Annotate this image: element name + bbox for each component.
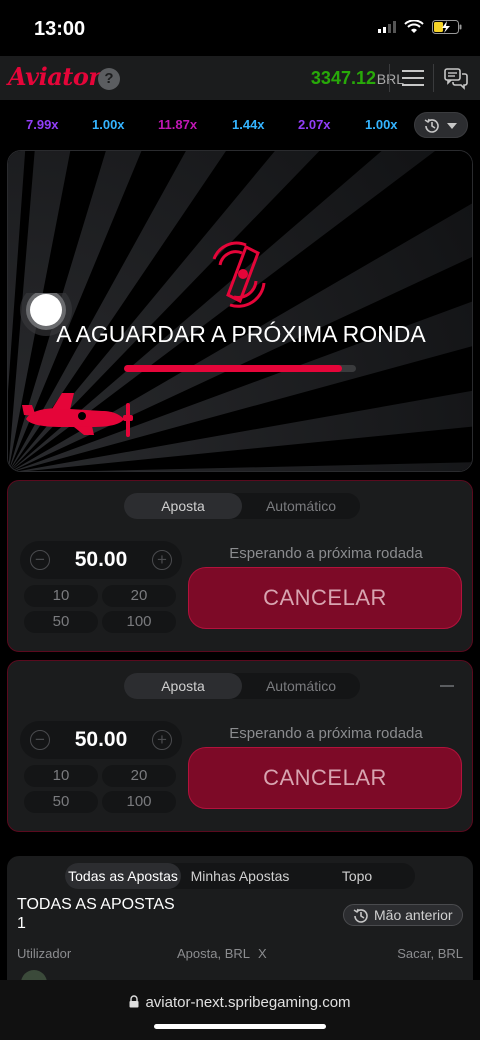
app-header: Aviator ? 3347.12 BRL bbox=[0, 56, 480, 100]
quick-amount-button[interactable]: 100 bbox=[102, 791, 176, 813]
quick-amount-button[interactable]: 10 bbox=[24, 585, 98, 607]
remove-panel-button[interactable] bbox=[440, 685, 454, 687]
url-bar[interactable]: aviator-next.spribegaming.com bbox=[0, 994, 480, 1011]
column-header-user: Utilizador bbox=[17, 946, 72, 961]
wifi-icon bbox=[404, 20, 424, 33]
column-header-cashout: Sacar, BRL bbox=[397, 946, 463, 961]
bet-status-text: Esperando a próxima rodada bbox=[229, 545, 423, 562]
quick-amount-button[interactable]: 50 bbox=[24, 791, 98, 813]
quick-amount-button[interactable]: 100 bbox=[102, 611, 176, 633]
menu-bar-icon bbox=[402, 84, 424, 86]
history-toggle-button[interactable] bbox=[414, 112, 468, 138]
tab-auto[interactable]: Automático bbox=[242, 493, 360, 519]
increase-bet-button[interactable]: + bbox=[152, 550, 172, 570]
menu-bar-icon bbox=[402, 70, 424, 72]
bet-mode-tabs: Aposta Automático bbox=[124, 493, 360, 519]
home-indicator[interactable] bbox=[154, 1024, 326, 1029]
multiplier-item: 7.99x bbox=[26, 117, 59, 132]
url-text: aviator-next.spribegaming.com bbox=[145, 994, 351, 1011]
cancel-bet-button[interactable]: CANCELAR bbox=[188, 747, 462, 809]
airplane-icon bbox=[22, 393, 133, 437]
balance-currency: BRL bbox=[376, 71, 404, 87]
bets-tabs: Todas as Apostas Minhas Apostas Topo bbox=[65, 863, 415, 889]
menu-button[interactable] bbox=[402, 70, 424, 86]
help-button[interactable]: ? bbox=[98, 68, 120, 90]
header-divider bbox=[433, 64, 434, 92]
multiplier-item: 1.00x bbox=[365, 117, 398, 132]
cellular-signal-icon bbox=[378, 21, 396, 33]
status-bar: 13:00 bbox=[0, 0, 480, 56]
bets-title: TODAS AS APOSTAS bbox=[17, 896, 175, 913]
bets-section: Todas as Apostas Minhas Apostas Topo TOD… bbox=[7, 856, 473, 980]
chevron-down-icon bbox=[447, 123, 457, 129]
quick-amount-button[interactable]: 20 bbox=[102, 765, 176, 787]
bets-count: 1 bbox=[17, 915, 26, 932]
increase-bet-button[interactable]: + bbox=[152, 730, 172, 750]
multiplier-item: 1.44x bbox=[232, 117, 265, 132]
waiting-round-text: A AGUARDAR A PRÓXIMA RONDA bbox=[56, 321, 426, 347]
multiplier-item: 2.07x bbox=[298, 117, 331, 132]
quick-amount-button[interactable]: 10 bbox=[24, 765, 98, 787]
tab-all-bets[interactable]: Todas as Apostas bbox=[65, 863, 181, 889]
lock-icon bbox=[129, 995, 139, 1008]
avatar bbox=[21, 970, 47, 980]
tab-top[interactable]: Topo bbox=[299, 863, 415, 889]
tab-bet[interactable]: Aposta bbox=[124, 673, 242, 699]
multiplier-item: 11.87x bbox=[158, 117, 198, 132]
balance-amount: 3347.12 bbox=[310, 68, 376, 88]
bet-amount-stepper: − 50.00 + bbox=[20, 721, 182, 759]
game-area: A AGUARDAR A PRÓXIMA RONDA bbox=[7, 150, 473, 472]
multiplier-item: 1.00x bbox=[92, 117, 125, 132]
multiplier-history: 7.99x 1.00x 11.87x 1.44x 2.07x 1.00x bbox=[0, 100, 480, 148]
quick-amount-button[interactable]: 20 bbox=[102, 585, 176, 607]
history-icon bbox=[424, 118, 439, 133]
bet-mode-tabs: Aposta Automático bbox=[124, 673, 360, 699]
status-icons bbox=[378, 20, 462, 34]
quick-amount-button[interactable]: 50 bbox=[24, 611, 98, 633]
battery-charging-icon bbox=[432, 20, 462, 34]
chat-icon[interactable] bbox=[444, 68, 468, 90]
browser-bar: aviator-next.spribegaming.com bbox=[0, 980, 480, 1040]
tab-bet[interactable]: Aposta bbox=[124, 493, 242, 519]
status-time: 13:00 bbox=[34, 18, 86, 40]
tab-my-bets[interactable]: Minhas Apostas bbox=[181, 863, 299, 889]
propeller-icon bbox=[212, 241, 266, 308]
column-header-bet: Aposta, BRL bbox=[177, 946, 250, 961]
tab-auto[interactable]: Automático bbox=[242, 673, 360, 699]
bet-status-text: Esperando a próxima rodada bbox=[229, 725, 423, 742]
round-progress-fill bbox=[124, 365, 343, 372]
menu-bar-icon bbox=[402, 77, 424, 79]
bet-amount-stepper: − 50.00 + bbox=[20, 541, 182, 579]
bet-panel-2: Aposta Automático − 50.00 + 10 20 50 100… bbox=[7, 660, 473, 832]
previous-round-button[interactable]: Mão anterior bbox=[343, 904, 463, 926]
cancel-bet-button[interactable]: CANCELAR bbox=[188, 567, 462, 629]
bet-panel-1: Aposta Automático − 50.00 + 10 20 50 100… bbox=[7, 480, 473, 652]
column-header-multiplier: X bbox=[258, 946, 267, 961]
previous-round-label: Mão anterior bbox=[374, 907, 453, 923]
header-divider bbox=[389, 64, 390, 92]
round-progress-bar bbox=[124, 365, 356, 372]
history-icon bbox=[353, 908, 368, 923]
aviator-logo: Aviator bbox=[8, 62, 101, 91]
